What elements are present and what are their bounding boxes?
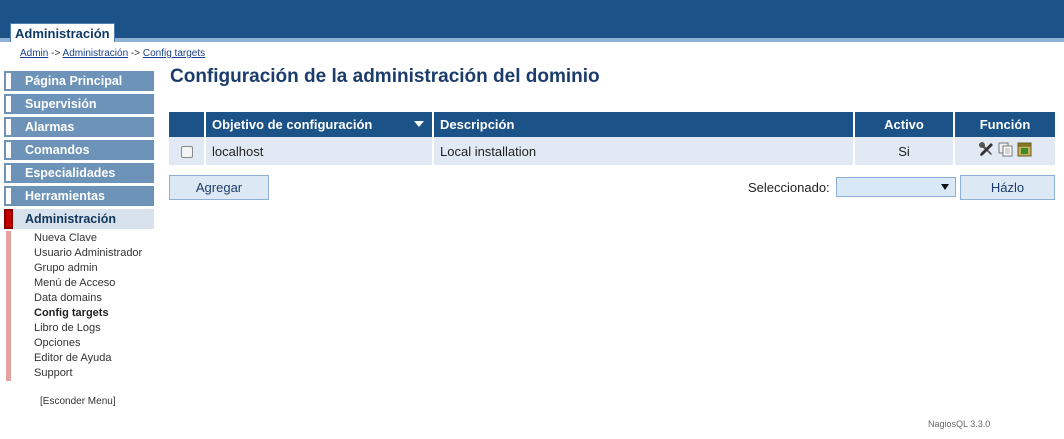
- header-funcion: Función: [954, 112, 1055, 137]
- menu-marker: [4, 186, 13, 206]
- header-label: Descripción: [440, 117, 515, 132]
- submenu-bar: [6, 231, 11, 246]
- sidebar: Página Principal Supervisión Alarmas Com…: [4, 71, 154, 381]
- submenu-item-label: Usuario Administrador: [34, 247, 143, 259]
- table-header-row: Objetivo de configuración Descripción Ac…: [169, 112, 1055, 137]
- submenu-item-data-domains[interactable]: Data domains: [4, 291, 154, 306]
- header-label: Objetivo de configuración: [212, 117, 373, 132]
- header-activo: Activo: [854, 112, 955, 137]
- breadcrumb-link-admin[interactable]: Admin: [20, 48, 48, 59]
- sort-down-icon[interactable]: [414, 121, 424, 127]
- page-title: Configuración de la administración del d…: [170, 66, 600, 87]
- submenu-item-usuario-administrador[interactable]: Usuario Administrador: [4, 246, 154, 261]
- submenu-item-support[interactable]: Support: [4, 366, 154, 381]
- submenu-bar: [6, 336, 11, 351]
- hide-menu-link[interactable]: [Esconder Menu]: [40, 396, 116, 407]
- submenu-item-label: Grupo admin: [34, 262, 98, 274]
- submenu-item-label: Config targets: [34, 307, 109, 319]
- selected-label: Seleccionado:: [748, 180, 830, 195]
- menu-marker: [4, 94, 13, 114]
- submenu-item-label: Support: [34, 367, 73, 379]
- action-select[interactable]: [836, 177, 956, 197]
- sidebar-item-herramientas[interactable]: Herramientas: [4, 186, 154, 206]
- header-objetivo[interactable]: Objetivo de configuración: [205, 112, 434, 137]
- add-button[interactable]: Agregar: [169, 175, 269, 200]
- copy-icon[interactable]: [998, 142, 1013, 157]
- submenu-item-nueva-clave[interactable]: Nueva Clave: [4, 231, 154, 246]
- submenu-item-grupo-admin[interactable]: Grupo admin: [4, 261, 154, 276]
- sidebar-submenu: Nueva Clave Usuario Administrador Grupo …: [4, 231, 154, 381]
- breadcrumb-link-config-targets[interactable]: Config targets: [143, 48, 205, 59]
- sidebar-item-label: Supervisión: [25, 97, 97, 111]
- menu-marker: [4, 71, 13, 91]
- submenu-item-label: Menú de Acceso: [34, 277, 116, 289]
- breadcrumb: Admin -> Administración -> Config target…: [20, 48, 205, 59]
- submenu-bar: [6, 306, 11, 321]
- submenu-bar: [6, 321, 11, 336]
- sidebar-item-comandos[interactable]: Comandos: [4, 140, 154, 160]
- menu-marker: [4, 140, 13, 160]
- top-bar-accent: [0, 38, 1064, 42]
- do-it-button[interactable]: Házlo: [960, 175, 1055, 200]
- sidebar-item-label: Comandos: [25, 143, 90, 157]
- cell-active: Si: [854, 137, 955, 165]
- sidebar-item-label: Alarmas: [25, 120, 75, 134]
- submenu-item-libro-de-logs[interactable]: Libro de Logs: [4, 321, 154, 336]
- table-row: localhost Local installation Si: [169, 137, 1055, 165]
- row-select-cell: [169, 137, 206, 165]
- sidebar-item-especialidades[interactable]: Especialidades: [4, 163, 154, 183]
- cell-target: localhost: [205, 137, 434, 165]
- submenu-bar: [6, 261, 11, 276]
- cell-functions: [954, 137, 1055, 165]
- header-descripcion: Descripción: [433, 112, 855, 137]
- submenu-bar: [6, 276, 11, 291]
- sidebar-item-supervision[interactable]: Supervisión: [4, 94, 154, 114]
- submenu-item-opciones[interactable]: Opciones: [4, 336, 154, 351]
- header-label: Función: [979, 117, 1031, 132]
- submenu-bar: [6, 351, 11, 366]
- info-icon[interactable]: [1017, 142, 1032, 157]
- submenu-item-label: Nueva Clave: [34, 232, 97, 244]
- version-label: NagiosQL 3.3.0: [928, 419, 991, 429]
- header-select-column: [169, 112, 206, 137]
- header-label: Activo: [884, 117, 924, 132]
- breadcrumb-separator: ->: [51, 48, 61, 59]
- submenu-bar: [6, 246, 11, 261]
- top-bar: Administración: [0, 0, 1064, 42]
- sidebar-item-label: Herramientas: [25, 189, 105, 203]
- sidebar-item-label: Página Principal: [25, 74, 123, 88]
- tab-administracion[interactable]: Administración: [10, 23, 115, 42]
- cell-description: Local installation: [433, 137, 855, 165]
- submenu-bar: [6, 291, 11, 306]
- row-checkbox[interactable]: [180, 146, 193, 159]
- sidebar-item-alarmas[interactable]: Alarmas: [4, 117, 154, 137]
- sidebar-item-label: Especialidades: [25, 166, 116, 180]
- submenu-item-label: Libro de Logs: [34, 322, 101, 334]
- sidebar-item-pagina-principal[interactable]: Página Principal: [4, 71, 154, 91]
- menu-marker: [4, 117, 13, 137]
- submenu-bar: [6, 366, 11, 381]
- breadcrumb-link-administracion[interactable]: Administración: [63, 48, 129, 59]
- submenu-item-editor-de-ayuda[interactable]: Editor de Ayuda: [4, 351, 154, 366]
- menu-marker: [4, 163, 13, 183]
- tools-icon[interactable]: [978, 142, 994, 157]
- chevron-down-icon: [941, 184, 949, 190]
- submenu-item-label: Opciones: [34, 337, 81, 349]
- submenu-item-label: Editor de Ayuda: [34, 352, 112, 364]
- menu-marker-active: [4, 209, 13, 229]
- sidebar-item-administracion[interactable]: Administración: [4, 209, 154, 229]
- breadcrumb-separator: ->: [130, 48, 141, 59]
- sidebar-item-label: Administración: [25, 212, 116, 226]
- submenu-item-label: Data domains: [34, 292, 102, 304]
- config-targets-table: Objetivo de configuración Descripción Ac…: [169, 112, 1055, 165]
- submenu-item-config-targets[interactable]: Config targets: [4, 306, 154, 321]
- submenu-item-menu-de-acceso[interactable]: Menú de Acceso: [4, 276, 154, 291]
